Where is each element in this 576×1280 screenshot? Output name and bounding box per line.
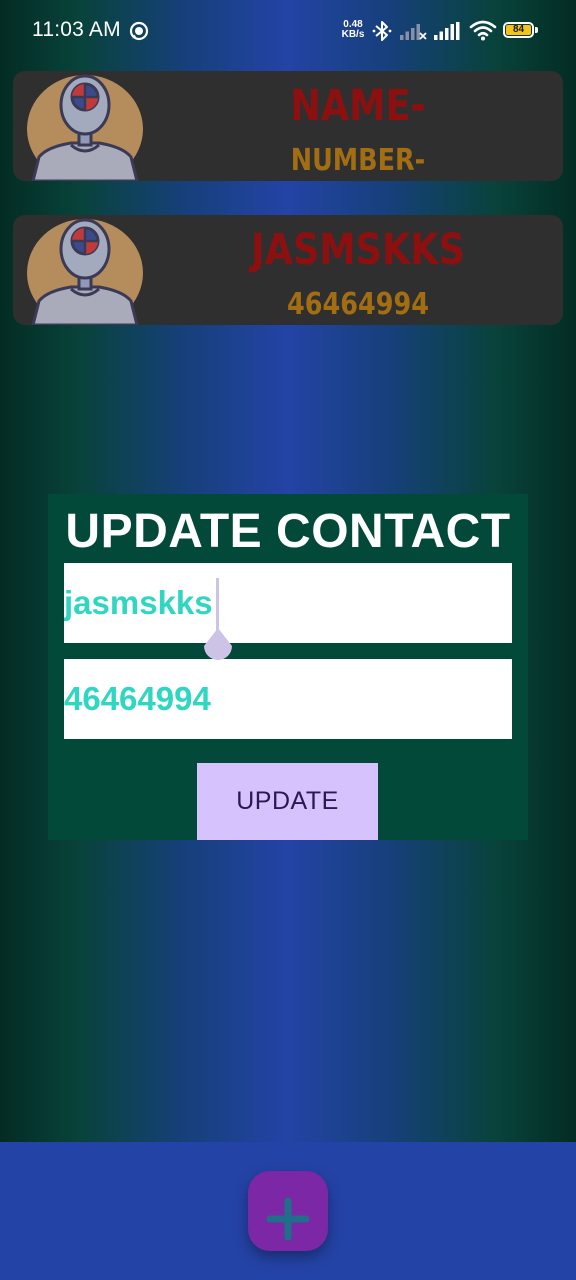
wifi-icon <box>469 20 497 41</box>
status-time: 11:03 AM <box>32 18 121 41</box>
status-bar: 11:03 AM 0.48 KB/s 84 <box>0 0 576 62</box>
contact-number: 46464994 <box>287 287 429 322</box>
text-cursor <box>216 578 219 634</box>
contact-number: NUMBER- <box>290 143 426 178</box>
robot-avatar-icon <box>27 74 143 181</box>
cursor-handle-icon[interactable] <box>202 628 234 664</box>
battery-tip <box>535 27 538 33</box>
battery-icon: 84 <box>503 22 534 38</box>
number-input[interactable] <box>64 659 512 739</box>
contact-name: NAME- <box>290 81 426 131</box>
contact-card[interactable]: JASMSKKS 46464994 <box>13 215 563 325</box>
network-speed-unit: KB/s <box>341 29 365 40</box>
whatsapp-icon <box>129 21 149 41</box>
plus-icon <box>266 1197 310 1241</box>
update-contact-dialog: UPDATE CONTACT UPDATE <box>48 494 528 840</box>
contact-card[interactable]: NAME- NUMBER- <box>13 71 563 181</box>
contact-name: JASMSKKS <box>251 225 465 275</box>
add-contact-button[interactable] <box>248 1171 328 1251</box>
name-input[interactable] <box>64 563 512 643</box>
update-button[interactable]: UPDATE <box>197 763 378 840</box>
bluetooth-icon <box>372 21 392 41</box>
battery-level: 84 <box>506 25 531 35</box>
network-speed: 0.48 KB/s <box>340 20 366 40</box>
dialog-title: UPDATE CONTACT <box>65 505 511 558</box>
signal-icon <box>434 22 460 40</box>
robot-avatar-icon <box>27 218 143 325</box>
signal-icon <box>400 24 427 40</box>
